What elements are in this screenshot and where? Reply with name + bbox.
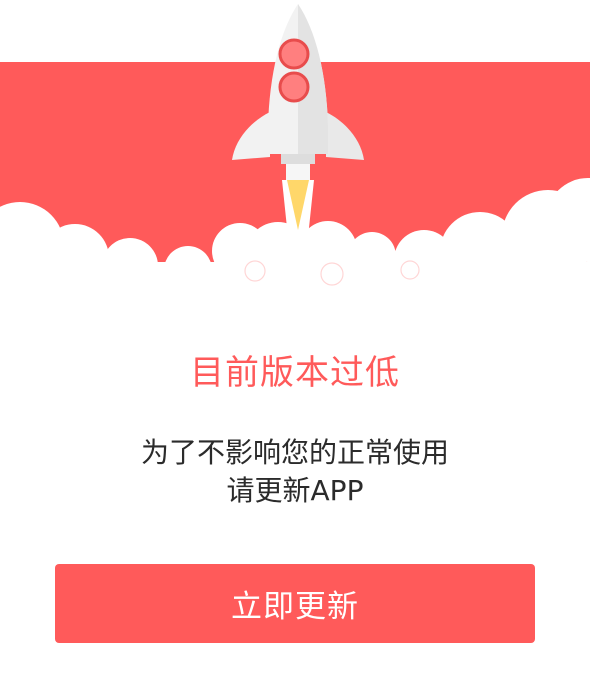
rocket-illustration bbox=[0, 0, 590, 300]
rocket-launch-icon bbox=[0, 4, 590, 300]
rocket-window-top bbox=[278, 38, 310, 70]
rocket-nozzle bbox=[286, 164, 310, 180]
dialog-message: 为了不影响您的正常使用 请更新APP bbox=[0, 434, 590, 510]
update-now-button[interactable]: 立即更新 bbox=[55, 564, 535, 643]
message-line-1: 为了不影响您的正常使用 bbox=[140, 436, 449, 469]
dialog-title: 目前版本过低 bbox=[190, 353, 400, 393]
update-dialog: 目前版本过低 为了不影响您的正常使用 请更新APP 立即更新 bbox=[0, 0, 590, 700]
message-line-2: 请更新APP bbox=[226, 474, 364, 507]
rocket-neck bbox=[281, 154, 315, 164]
rocket-window-bottom bbox=[278, 71, 310, 103]
